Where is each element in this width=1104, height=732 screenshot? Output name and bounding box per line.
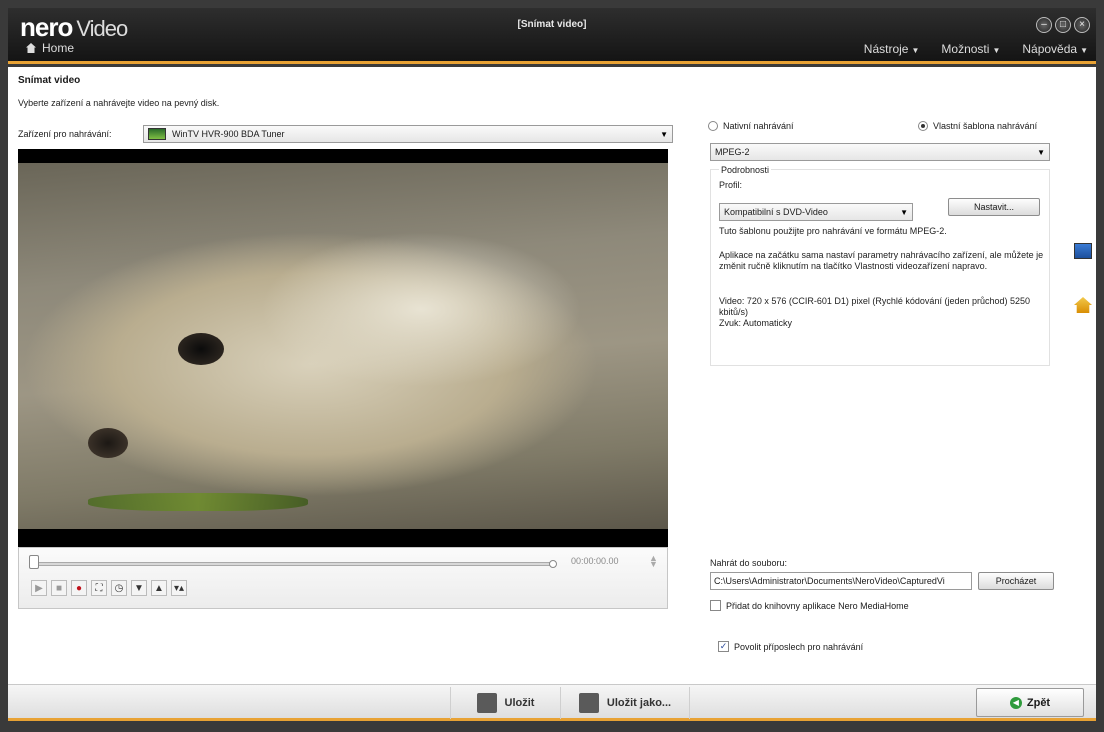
chevron-down-icon: ▼ xyxy=(1080,46,1088,55)
video-properties-icon[interactable] xyxy=(1074,297,1092,313)
page-title: Snímat video xyxy=(18,75,81,86)
timer-icon[interactable]: ◷ xyxy=(111,580,127,596)
window-title: [Snímat video] xyxy=(517,19,587,30)
title-bar: nero Video [Snímat video] – □ × Home Nást… xyxy=(8,8,1096,64)
seaweed xyxy=(88,493,308,511)
save-button[interactable]: Uložit xyxy=(450,687,560,719)
main-content: Snímat video Vyberte zařízení a nahrávej… xyxy=(8,67,1096,684)
tuner-icon xyxy=(148,128,166,140)
chevron-down-icon: ▼ xyxy=(660,130,668,139)
seal-eye xyxy=(178,333,224,365)
chevron-down-icon: ▼ xyxy=(992,46,1001,55)
back-arrow-icon: ◀ xyxy=(1009,696,1022,709)
profile-select[interactable]: Kompatibilní s DVD-Video ▼ xyxy=(719,203,913,221)
window-controls: – □ × xyxy=(1036,17,1090,33)
seek-bar[interactable] xyxy=(33,562,553,566)
browse-button[interactable]: Procházet xyxy=(978,572,1054,590)
settings-panel: Nativní nahrávání Vlastní šablona nahráv… xyxy=(708,121,1092,652)
bottom-toolbar: Uložit Uložit jako... ◀ Zpět xyxy=(8,684,1096,721)
volume-down-icon[interactable]: ▼ xyxy=(131,580,147,596)
menu-options-label: Možnosti xyxy=(941,42,990,56)
mode-radios: Nativní nahrávání Vlastní šablona nahráv… xyxy=(708,121,1088,131)
native-radio-dot[interactable] xyxy=(708,121,718,131)
device-row: Zařízení pro nahrávání: WinTV HVR-900 BD… xyxy=(18,125,673,143)
add-library-label: Přidat do knihovny aplikace Nero MediaHo… xyxy=(726,600,909,611)
add-library-check[interactable] xyxy=(710,600,721,611)
seek-end-marker[interactable] xyxy=(549,560,557,568)
record-icon[interactable]: ● xyxy=(71,580,87,596)
maximize-icon[interactable]: □ xyxy=(1055,17,1071,33)
save-icon xyxy=(476,693,497,713)
menu-options[interactable]: Možnosti ▼ xyxy=(941,42,1000,56)
transport-panel: 00:00:00.00 ▲ ▼ ▶ ■ ● ⛶ ◷ ▼ ▲ ▾▴ xyxy=(18,547,668,609)
chevron-down-icon: ▼ xyxy=(900,208,908,217)
play-icon[interactable]: ▶ xyxy=(31,580,47,596)
save-as-label: Uložit jako... xyxy=(606,697,672,709)
output-label: Nahrát do souboru: xyxy=(710,558,788,568)
seek-thumb[interactable] xyxy=(29,555,39,569)
output-path-input[interactable]: C:\Users\Administrator\Documents\NeroVid… xyxy=(710,572,972,590)
page-description: Vyberte zařízení a nahrávejte video na p… xyxy=(18,98,220,108)
timecode: 00:00:00.00 xyxy=(571,556,619,566)
details-legend: Podrobnosti xyxy=(719,165,772,175)
playback-controls: ▶ ■ ● ⛶ ◷ ▼ ▲ ▾▴ xyxy=(31,580,187,596)
video-info: Video: 720 x 576 (CCIR-601 D1) pixel (Ry… xyxy=(719,296,1031,317)
menu-tools[interactable]: Nástroje ▼ xyxy=(864,42,920,56)
video-frame xyxy=(18,163,668,529)
device-label: Zařízení pro nahrávání: xyxy=(18,129,112,139)
format-select[interactable]: MPEG-2 ▼ xyxy=(710,143,1050,161)
monitor-label: Povolit příposlech pro nahrávání xyxy=(734,641,864,652)
monitor-checkbox[interactable]: ✓ Povolit příposlech pro nahrávání xyxy=(718,641,863,652)
device-properties-icon[interactable] xyxy=(1074,243,1092,259)
stop-icon[interactable]: ■ xyxy=(51,580,67,596)
video-preview xyxy=(18,149,668,547)
home-icon xyxy=(26,43,36,53)
save-label: Uložit xyxy=(504,697,535,709)
save-as-icon xyxy=(578,693,599,713)
chevron-down-icon: ▼ xyxy=(911,46,920,55)
back-label: Zpět xyxy=(1026,696,1051,709)
native-radio-label: Nativní nahrávání xyxy=(723,121,794,131)
device-selected: WinTV HVR-900 BDA Tuner xyxy=(172,129,285,139)
profile-label: Profil: xyxy=(719,180,743,190)
profile-selected: Kompatibilní s DVD-Video xyxy=(724,207,828,217)
save-as-button[interactable]: Uložit jako... xyxy=(560,687,690,719)
home-link[interactable]: Home xyxy=(26,41,74,55)
add-library-checkbox[interactable]: Přidat do knihovny aplikace Nero MediaHo… xyxy=(710,600,909,611)
format-selected: MPEG-2 xyxy=(715,147,750,157)
top-menu: Nástroje ▼ Možnosti ▼ Nápověda ▼ xyxy=(864,42,1088,56)
menu-help[interactable]: Nápověda ▼ xyxy=(1022,42,1088,56)
custom-radio-dot[interactable] xyxy=(918,121,928,131)
chevron-down-icon: ▼ xyxy=(1037,148,1045,157)
settings-button[interactable]: Nastavit... xyxy=(948,198,1040,216)
template-info: Tuto šablonu použijte pro nahrávání ve f… xyxy=(719,226,947,236)
volume-up-icon[interactable]: ▲ xyxy=(151,580,167,596)
seal-nose xyxy=(88,428,128,458)
back-button[interactable]: ◀ Zpět xyxy=(976,688,1084,717)
monitor-check[interactable]: ✓ xyxy=(718,641,729,652)
custom-radio-label: Vlastní šablona nahrávání xyxy=(933,121,1038,131)
details-group: Podrobnosti Profil: Kompatibilní s DVD-V… xyxy=(710,165,1050,366)
custom-radio[interactable]: Vlastní šablona nahrávání xyxy=(918,121,1037,131)
fullscreen-icon[interactable]: ⛶ xyxy=(91,580,107,596)
menu-help-label: Nápověda xyxy=(1022,42,1078,56)
close-icon[interactable]: × xyxy=(1074,17,1090,33)
menu-tools-label: Nástroje xyxy=(863,42,909,56)
audio-info: Zvuk: Automaticky xyxy=(719,318,793,328)
home-label: Home xyxy=(42,41,75,55)
mute-icon[interactable]: ▾▴ xyxy=(171,580,187,596)
device-select[interactable]: WinTV HVR-900 BDA Tuner ▼ xyxy=(143,125,673,143)
native-radio[interactable]: Nativní nahrávání xyxy=(708,121,918,131)
timecode-spinner[interactable]: ▲ ▼ xyxy=(649,554,658,569)
device-info: Aplikace na začátku sama nastaví paramet… xyxy=(719,250,1044,271)
minimize-icon[interactable]: – xyxy=(1036,17,1052,33)
